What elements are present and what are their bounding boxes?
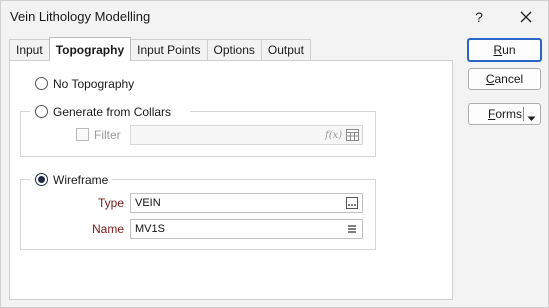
- forms-label: orms: [495, 107, 523, 121]
- filter-label: Filter: [94, 128, 121, 142]
- type-label: Type: [97, 196, 124, 210]
- generate-from-collars-radio[interactable]: [35, 105, 48, 118]
- tab-input-points[interactable]: Input Points: [130, 39, 208, 61]
- run-button[interactable]: Run: [467, 38, 542, 62]
- wireframe-group: [20, 179, 376, 250]
- dialog-window: Vein Lithology Modelling ? Input Topogra…: [0, 0, 549, 308]
- forms-button[interactable]: Forms: [468, 103, 541, 125]
- close-button[interactable]: [509, 3, 543, 31]
- title-bar: Vein Lithology Modelling ?: [1, 1, 548, 33]
- wireframe-label: Wireframe: [53, 173, 109, 187]
- name-value: MV1S: [135, 223, 165, 235]
- topography-panel: No Topography Generate from Collars Filt…: [9, 60, 453, 300]
- close-icon: [520, 11, 532, 23]
- help-button[interactable]: ?: [464, 3, 494, 31]
- cancel-label: ancel: [494, 72, 524, 86]
- no-topography-radio[interactable]: [35, 77, 48, 90]
- name-label: Name: [91, 222, 124, 236]
- tab-output[interactable]: Output: [260, 39, 311, 61]
- tab-strip: Input Topography Input Points Options Ou…: [9, 37, 311, 61]
- run-mnemonic: R: [493, 43, 503, 57]
- list-icon[interactable]: [347, 222, 357, 236]
- tab-input[interactable]: Input: [9, 39, 50, 61]
- name-input[interactable]: MV1S: [130, 219, 363, 239]
- run-label: un: [502, 43, 516, 57]
- tab-topography[interactable]: Topography: [48, 37, 132, 61]
- ellipsis-icon[interactable]: [346, 196, 358, 210]
- function-icon[interactable]: f(x): [325, 128, 342, 142]
- cancel-mnemonic: C: [485, 72, 495, 86]
- no-topography-label: No Topography: [53, 77, 135, 91]
- help-label: ?: [475, 9, 483, 25]
- filter-checkbox[interactable]: [76, 128, 89, 141]
- wireframe-radio[interactable]: [35, 173, 48, 186]
- type-value: VEIN: [135, 197, 161, 209]
- window-title: Vein Lithology Modelling: [10, 9, 151, 24]
- forms-divider: [523, 107, 524, 121]
- chevron-down-icon[interactable]: [527, 111, 536, 125]
- generate-from-collars-label: Generate from Collars: [53, 105, 172, 119]
- forms-text: Forms: [488, 107, 522, 121]
- type-input[interactable]: VEIN: [130, 193, 363, 213]
- tab-options[interactable]: Options: [206, 39, 262, 61]
- filter-browse-icon[interactable]: [346, 128, 359, 142]
- cancel-button[interactable]: Cancel: [468, 68, 541, 90]
